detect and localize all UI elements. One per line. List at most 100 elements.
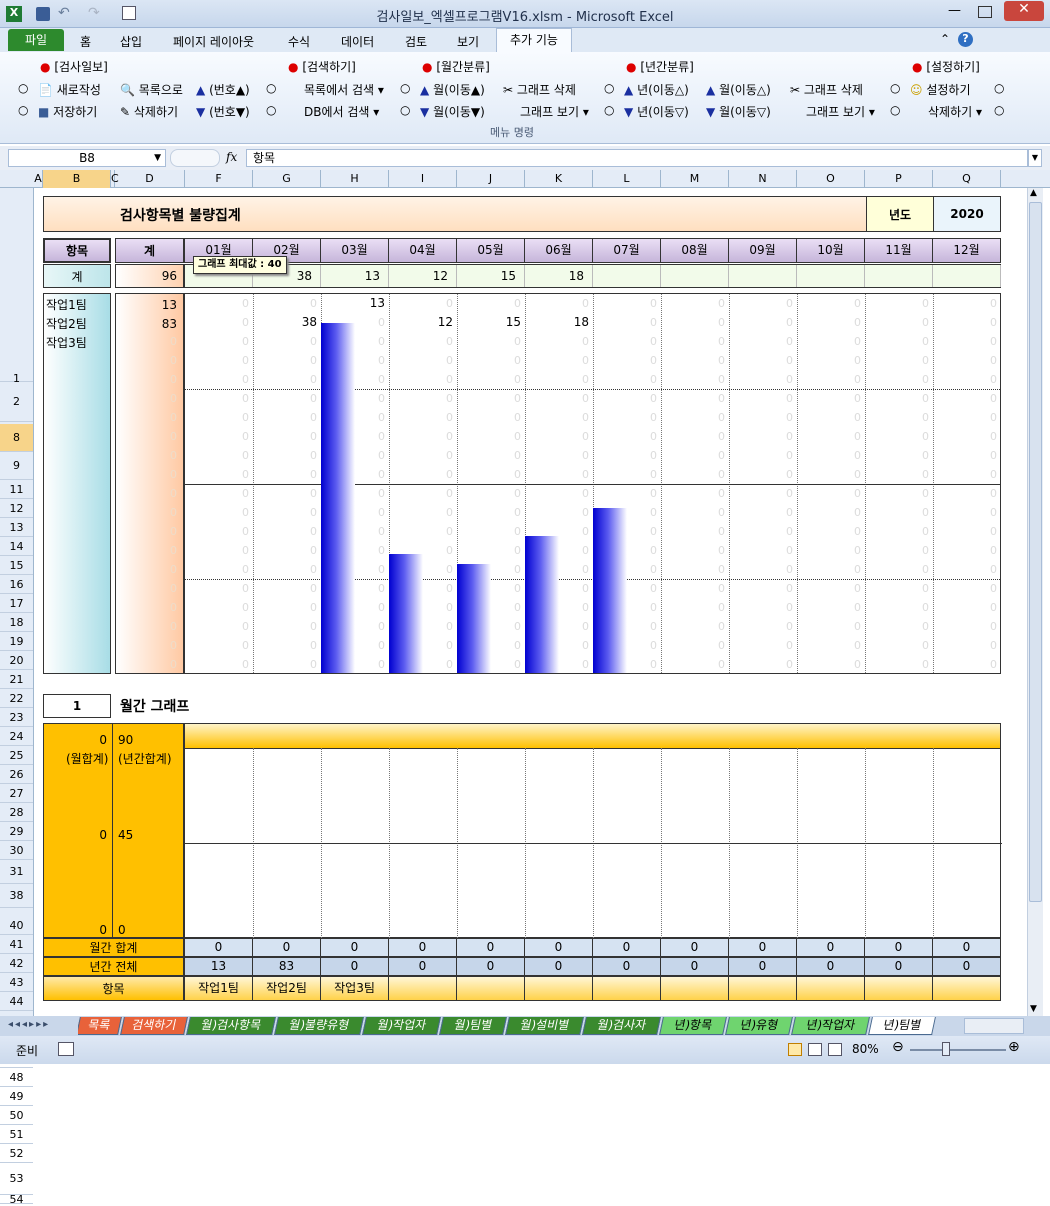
- column-header-k[interactable]: K: [525, 170, 593, 188]
- grid-cell-19-3[interactable]: 0: [325, 446, 385, 465]
- grid-cell-19-11[interactable]: 0: [869, 446, 929, 465]
- grid-cell-20-10[interactable]: 0: [801, 465, 861, 484]
- grid-cell-18-5[interactable]: 0: [461, 427, 521, 446]
- grid-cell-18-1[interactable]: 0: [189, 427, 249, 446]
- grid-cell-21-11[interactable]: 0: [869, 484, 929, 503]
- grid-cell-23-11[interactable]: 0: [869, 522, 929, 541]
- zoom-slider[interactable]: [910, 1049, 1006, 1051]
- save-button[interactable]: ■ 저장하기: [38, 103, 97, 120]
- grid-cell-26-9[interactable]: 0: [733, 579, 793, 598]
- grid-cell-19-1[interactable]: 0: [189, 446, 249, 465]
- month-header-10[interactable]: 10월: [797, 239, 865, 262]
- grid-cell-30-3[interactable]: 0: [325, 655, 385, 673]
- column-header-h[interactable]: H: [321, 170, 389, 188]
- grid-cell-28-6[interactable]: 0: [529, 617, 589, 636]
- item-name-7[interactable]: [593, 977, 661, 1000]
- grid-cell-11-1[interactable]: 0: [189, 294, 249, 313]
- sheet-tab-2[interactable]: 검색하기: [120, 1017, 188, 1035]
- grid-cell-13-2[interactable]: 0: [257, 332, 317, 351]
- grid-cell-23-4[interactable]: 0: [393, 522, 453, 541]
- grid-cell-24-4[interactable]: 0: [393, 541, 453, 560]
- grid-cell-24-12[interactable]: 0: [937, 541, 997, 560]
- grid-cell-21-8[interactable]: 0: [665, 484, 725, 503]
- grid-cell-11-10[interactable]: 0: [801, 294, 861, 313]
- grid-cell-20-6[interactable]: 0: [529, 465, 589, 484]
- grid-cell-18-10[interactable]: 0: [801, 427, 861, 446]
- page-break-view-icon[interactable]: [828, 1043, 842, 1056]
- grid-cell-27-4[interactable]: 0: [393, 598, 453, 617]
- grid-cell-28-2[interactable]: 0: [257, 617, 317, 636]
- grid-cell-18-7[interactable]: 0: [597, 427, 657, 446]
- month-up2-button[interactable]: ▲ 월(이동△): [706, 81, 771, 98]
- grid-cell-29-10[interactable]: 0: [801, 636, 861, 655]
- grid-cell-26-12[interactable]: 0: [937, 579, 997, 598]
- grid-cell-23-10[interactable]: 0: [801, 522, 861, 541]
- delete-dropdown[interactable]: 삭제하기 ▾: [928, 103, 982, 120]
- grid-cell-17-1[interactable]: 0: [189, 408, 249, 427]
- sheet-tab-12[interactable]: 년)팀별: [868, 1017, 936, 1035]
- grid-cell-13-7[interactable]: 0: [597, 332, 657, 351]
- row-header-44[interactable]: 44: [0, 992, 33, 1011]
- grid-cell-22-2[interactable]: 0: [257, 503, 317, 522]
- grid-cell-29-5[interactable]: 0: [461, 636, 521, 655]
- grid-cell-28-1[interactable]: 0: [189, 617, 249, 636]
- grid-cell-16-2[interactable]: 0: [257, 389, 317, 408]
- row-header-40[interactable]: 40: [0, 916, 33, 935]
- row-header-31[interactable]: 31: [0, 860, 33, 884]
- monthly-sum-3[interactable]: 0: [321, 939, 389, 956]
- month-header-6[interactable]: 06월: [525, 239, 593, 262]
- grid-cell-14-2[interactable]: 0: [257, 351, 317, 370]
- grid-cell-14-6[interactable]: 0: [529, 351, 589, 370]
- grid-cell-12-8[interactable]: 0: [665, 313, 725, 332]
- formula-expand-button[interactable]: ▼: [1028, 149, 1042, 167]
- column-header-p[interactable]: P: [865, 170, 933, 188]
- grid-cell-17-2[interactable]: 0: [257, 408, 317, 427]
- graph-view-dropdown-2[interactable]: 그래프 보기 ▾: [806, 103, 875, 120]
- yearly-total-6[interactable]: 0: [525, 958, 593, 975]
- sheet-tab-11[interactable]: 년)작업자: [791, 1017, 870, 1035]
- team-3-label[interactable]: 작업3팀: [46, 334, 87, 353]
- list-button[interactable]: 🔍 목록으로: [120, 81, 183, 98]
- grid-cell-28-5[interactable]: 0: [461, 617, 521, 636]
- grid-cell-19-2[interactable]: 0: [257, 446, 317, 465]
- zoom-out-icon[interactable]: ⊖: [892, 1039, 904, 1055]
- grid-cell-14-10[interactable]: 0: [801, 351, 861, 370]
- row-header-15[interactable]: 15: [0, 556, 33, 575]
- tab-addins[interactable]: 추가 기능: [496, 28, 572, 52]
- grid-cell-23-3[interactable]: 0: [325, 522, 385, 541]
- grid-cell-21-6[interactable]: 0: [529, 484, 589, 503]
- sheet-tab-5[interactable]: 월)작업자: [362, 1017, 441, 1035]
- new-button[interactable]: 📄 새로작성: [38, 81, 101, 98]
- number-down-button[interactable]: ▼ (번호▼): [196, 103, 250, 120]
- grid-cell-24-2[interactable]: 0: [257, 541, 317, 560]
- grid-cell-28-12[interactable]: 0: [937, 617, 997, 636]
- row-header-52[interactable]: 52: [0, 1144, 33, 1163]
- scroll-thumb[interactable]: [1029, 202, 1042, 902]
- grid-cell-19-6[interactable]: 0: [529, 446, 589, 465]
- row-header-26[interactable]: 26: [0, 765, 33, 784]
- column-header-o[interactable]: O: [797, 170, 865, 188]
- worksheet[interactable]: 검사항목별 불량집계 년도 2020 항목 계 01월 02월 03월 04월 05월 0…: [35, 188, 1025, 1016]
- grid-cell-13-12[interactable]: 0: [937, 332, 997, 351]
- grid-cell-30-2[interactable]: 0: [257, 655, 317, 673]
- grid-cell-25-4[interactable]: 0: [393, 560, 453, 579]
- vertical-scrollbar[interactable]: ▲ ▼: [1027, 188, 1043, 1016]
- grid-cell-27-10[interactable]: 0: [801, 598, 861, 617]
- grid-cell-20-12[interactable]: 0: [937, 465, 997, 484]
- sheet-tab-7[interactable]: 월)설비별: [505, 1017, 584, 1035]
- grid-cell-18-9[interactable]: 0: [733, 427, 793, 446]
- grid-cell-21-3[interactable]: 0: [325, 484, 385, 503]
- monthly-sum-7[interactable]: 0: [593, 939, 661, 956]
- grid-cell-26-1[interactable]: 0: [189, 579, 249, 598]
- team-1-total[interactable]: 13: [162, 296, 177, 315]
- grid-cell-13-10[interactable]: 0: [801, 332, 861, 351]
- grid-cell-17-12[interactable]: 0: [937, 408, 997, 427]
- grid-cell-11-4[interactable]: 0: [393, 294, 453, 313]
- number-up-button[interactable]: ▲ (번호▲): [196, 81, 250, 98]
- yearly-total-3[interactable]: 0: [321, 958, 389, 975]
- delete-record-button[interactable]: ✎ 삭제하기: [120, 103, 178, 120]
- graph-view-dropdown-1[interactable]: 그래프 보기 ▾: [520, 103, 589, 120]
- horizontal-scrollbar[interactable]: [964, 1018, 1024, 1034]
- grid-cell-25-6[interactable]: 0: [529, 560, 589, 579]
- normal-view-icon[interactable]: [788, 1043, 802, 1056]
